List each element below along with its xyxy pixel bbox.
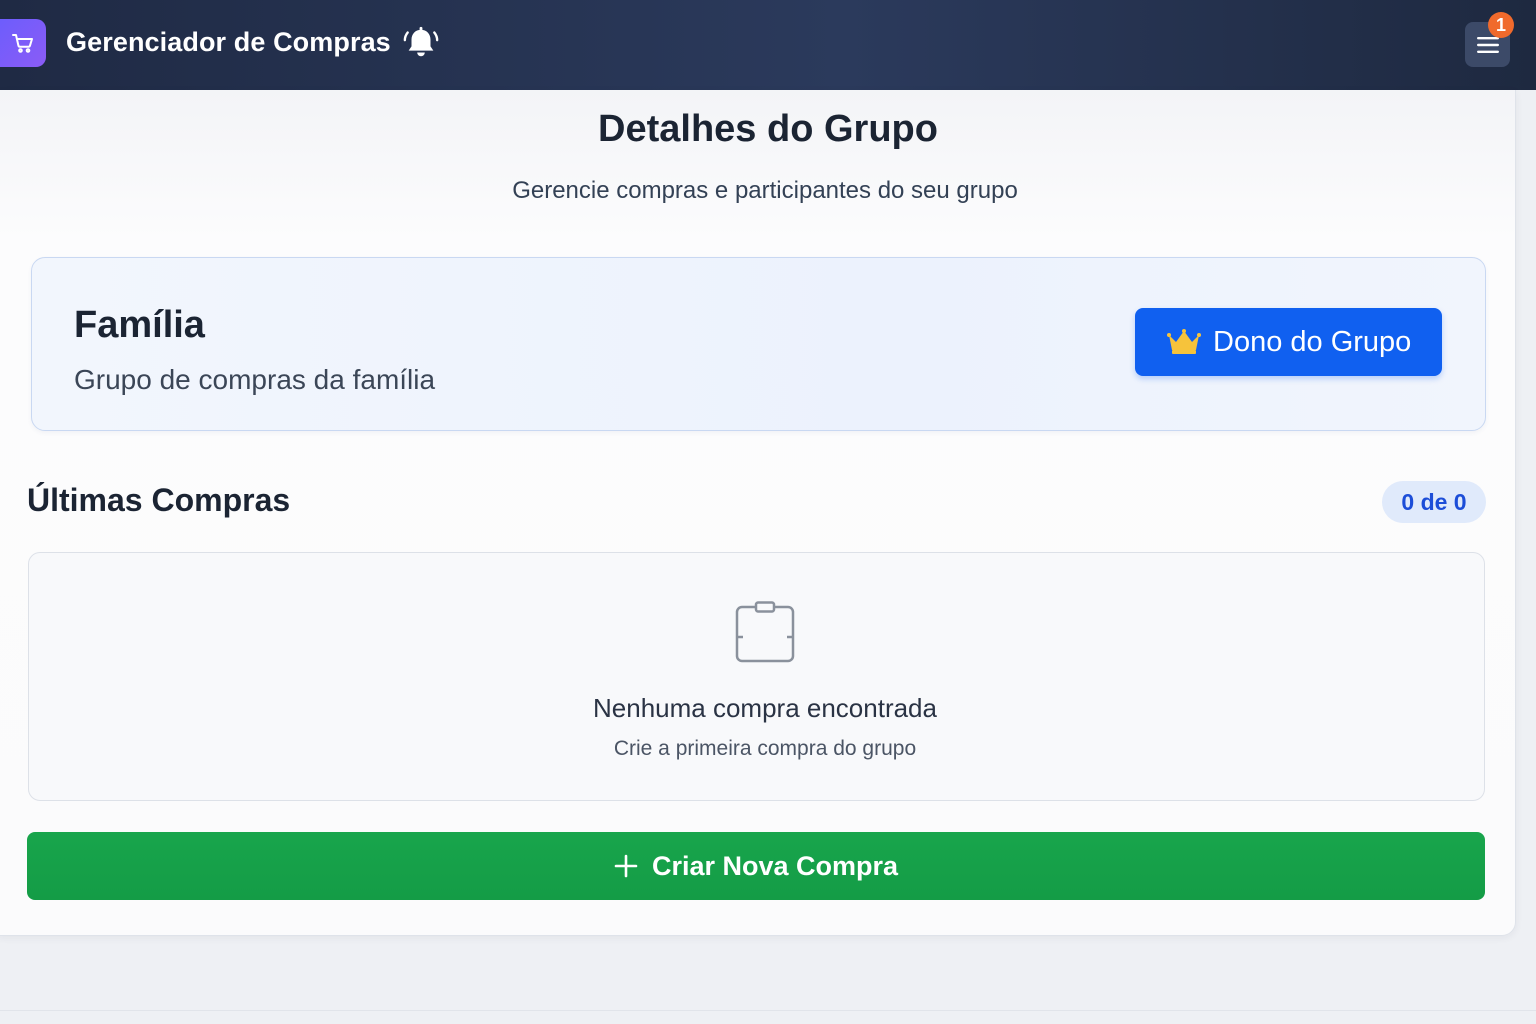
crown-icon: [1167, 329, 1201, 354]
app-title[interactable]: Gerenciador de Compras: [66, 27, 391, 58]
top-navbar: Gerenciador de Compras 1: [0, 0, 1536, 90]
group-owner-label: Dono do Grupo: [1213, 325, 1412, 358]
create-purchase-label: Criar Nova Compra: [651, 850, 899, 881]
footer-divider: [0, 1010, 1536, 1011]
group-owner-button[interactable]: Dono do Grupo: [1135, 308, 1442, 376]
shopping-cart-icon: [12, 34, 33, 53]
bell-icon[interactable]: [402, 24, 440, 62]
hamburger-menu-icon: [1476, 36, 1499, 53]
empty-state-subtitle: Crie a primeira compra do grupo: [613, 737, 917, 760]
purchases-count-badge: 0 de 0: [1382, 481, 1486, 523]
page-title: Detalhes do Grupo: [598, 108, 938, 150]
empty-state-title: Nenhuma compra encontrada: [593, 693, 937, 723]
notification-badge: 1: [1488, 12, 1514, 38]
page-subtitle: Gerencie compras e participantes do seu …: [512, 177, 1018, 204]
empty-state-box: [28, 552, 1485, 801]
plus-icon: [614, 854, 638, 878]
group-description: Grupo de compras da família: [74, 364, 436, 395]
section-title-latest-purchases: Últimas Compras: [27, 482, 291, 518]
create-purchase-button[interactable]: Criar Nova Compra: [27, 832, 1485, 900]
group-name: Família: [74, 304, 205, 346]
clipboard-icon: [735, 601, 795, 663]
app-logo[interactable]: [0, 19, 46, 67]
